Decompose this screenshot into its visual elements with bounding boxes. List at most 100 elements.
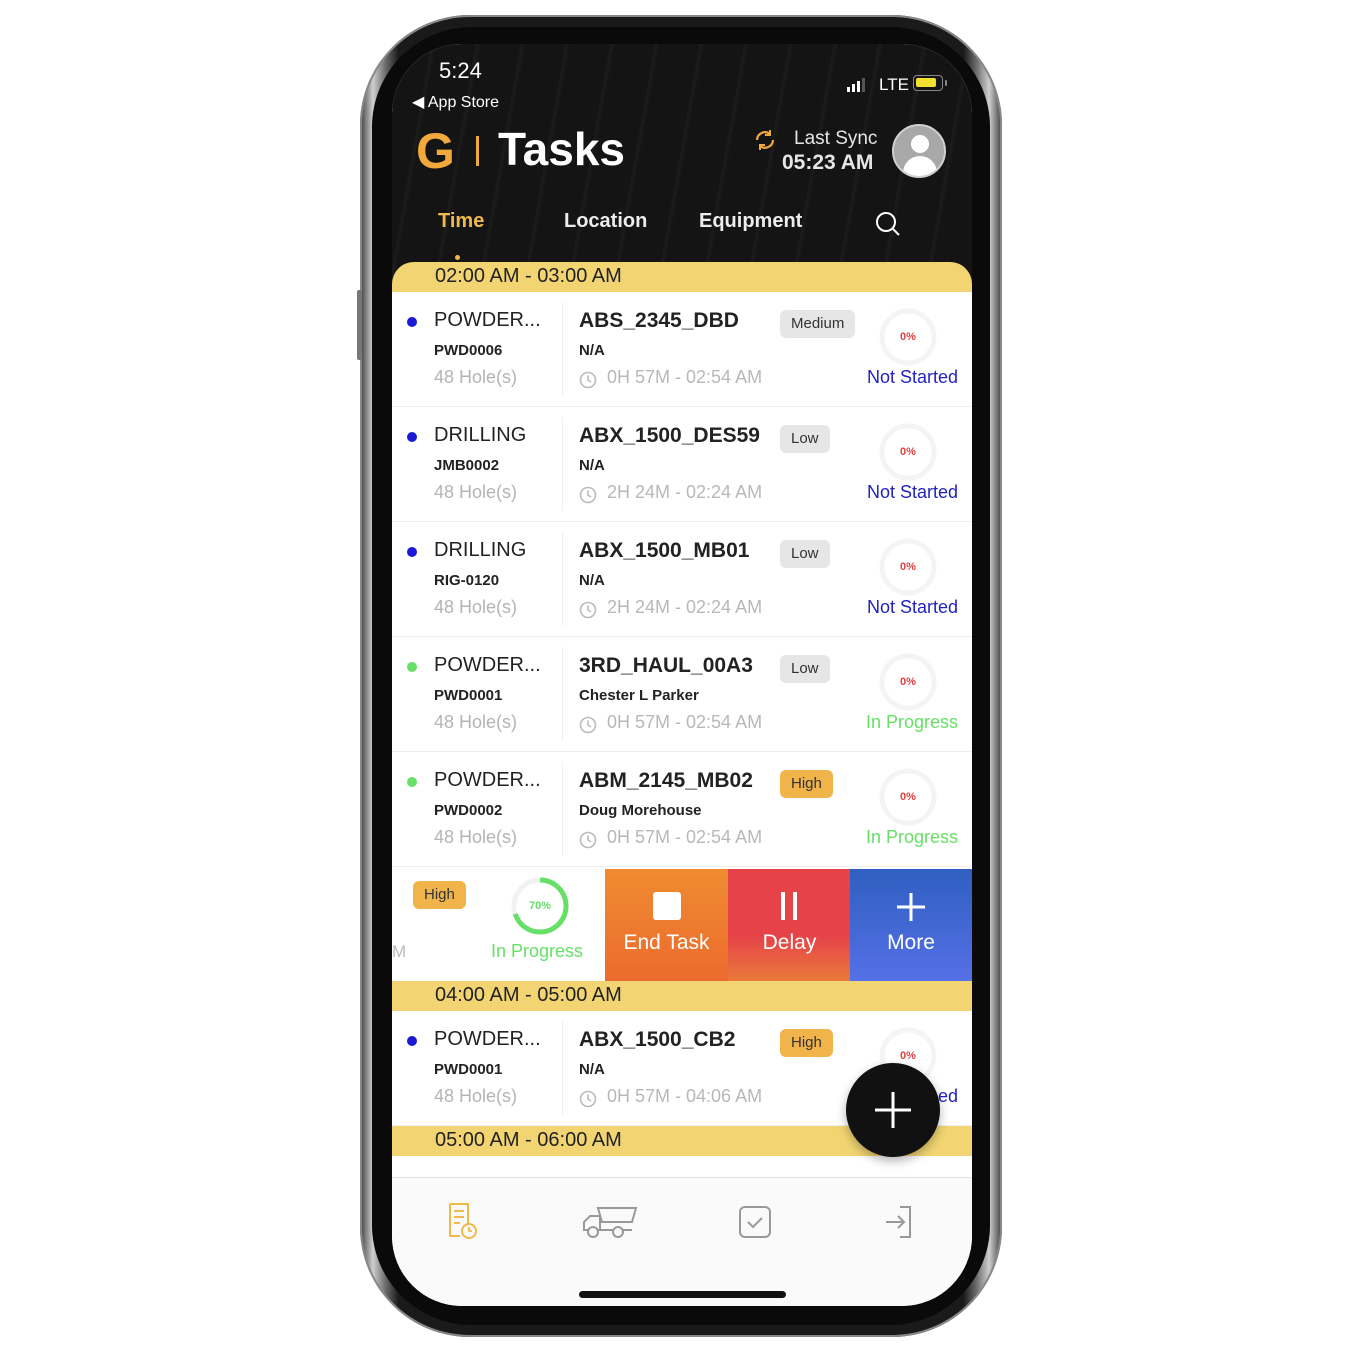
task-status: Not Started: [866, 597, 958, 617]
assigned-person: Doug Morehouse: [579, 802, 702, 819]
progress-ring: 70%: [510, 876, 570, 936]
hole-count: 48 Hole(s): [434, 482, 518, 502]
delay-button[interactable]: Delay: [728, 869, 851, 981]
avatar[interactable]: [892, 124, 946, 178]
row-divider: [562, 647, 563, 741]
equipment-code: JMB0002: [434, 457, 500, 474]
row-divider: [562, 532, 563, 626]
progress-percent: 0%: [900, 791, 916, 803]
task-status: ed: [937, 1086, 958, 1106]
priority-badge: High: [413, 881, 466, 909]
priority-badge: Low: [780, 540, 830, 568]
search-icon[interactable]: [874, 210, 902, 238]
progress-percent: 0%: [900, 676, 916, 688]
dump-truck-icon[interactable]: [580, 1200, 640, 1244]
status-time: 5:24: [439, 58, 482, 83]
task-name: ABX_1500_CB2: [579, 1028, 736, 1051]
status-dot: [407, 547, 417, 557]
task-duration: 0H 57M - 02:54 AM: [607, 712, 763, 732]
section-label: 05:00 AM - 06:00 AM: [435, 1129, 622, 1151]
row-divider: [562, 417, 563, 511]
task-status: Not Started: [866, 367, 958, 387]
sync-icon[interactable]: [753, 128, 777, 152]
section-label: 04:00 AM - 05:00 AM: [435, 984, 622, 1006]
more-button[interactable]: More: [850, 869, 972, 981]
last-sync-time: 05:23 AM: [782, 151, 874, 174]
last-sync-label: Last Sync: [794, 128, 878, 149]
assigned-person: Chester L Parker: [579, 687, 699, 704]
progress-percent: 0%: [900, 331, 916, 343]
clock-icon: [579, 486, 597, 504]
hole-count: 48 Hole(s): [434, 367, 518, 387]
priority-badge: Low: [780, 655, 830, 683]
equipment-code: PWD0001: [434, 687, 503, 704]
active-tab-indicator: [455, 255, 460, 260]
hole-count: 48 Hole(s): [434, 712, 518, 732]
app-logo: G: [416, 123, 455, 179]
task-name: ABX_1500_MB01: [579, 539, 750, 562]
task-row[interactable]: POWDER... PWD0001 48 Hole(s) 3RD_HAUL_00…: [392, 637, 972, 752]
equipment-code: PWD0002: [434, 802, 503, 819]
end-task-button[interactable]: End Task: [605, 869, 728, 981]
task-type: DRILLING: [434, 424, 527, 446]
back-app-label: App Store: [427, 94, 500, 111]
task-name: ABX_1500_DES59: [579, 424, 760, 447]
phone-side-button: [357, 290, 362, 360]
clock-icon: [579, 601, 597, 619]
end-task-label: End Task: [623, 931, 710, 954]
time-section-header: 02:00 AM - 03:00 AM: [392, 262, 972, 292]
clock-icon: [579, 371, 597, 389]
bottom-nav: [392, 1177, 972, 1306]
section-label: 02:00 AM - 03:00 AM: [435, 265, 622, 287]
delay-label: Delay: [762, 931, 817, 954]
task-duration: 0H 57M - 02:54 AM: [607, 367, 763, 387]
add-task-fab[interactable]: [846, 1063, 940, 1157]
swiped-task-row[interactable]: M High 70% In Progress End Task Delay Mo…: [392, 867, 972, 981]
task-row[interactable]: POWDER... PWD0006 48 Hole(s) ABS_2345_DB…: [392, 292, 972, 407]
task-status: In Progress: [865, 827, 958, 847]
priority-badge: High: [780, 770, 833, 798]
task-row[interactable]: DRILLING JMB0002 48 Hole(s) ABX_1500_DES…: [392, 407, 972, 522]
signal-icon: [847, 78, 865, 92]
progress-ring: 0%: [878, 422, 938, 482]
task-name: ABM_2145_MB02: [579, 769, 753, 792]
equipment-code: PWD0001: [434, 1061, 503, 1078]
task-row[interactable]: POWDER... PWD0002 48 Hole(s) ABM_2145_MB…: [392, 752, 972, 867]
equipment-code: RIG-0120: [434, 572, 500, 589]
task-name: ABS_2345_DBD: [579, 309, 739, 332]
checkbox-icon[interactable]: [733, 1200, 777, 1244]
tab-time[interactable]: Time: [438, 210, 484, 233]
logo-divider: [476, 136, 479, 166]
task-list[interactable]: 02:00 AM - 03:00 AM POWDER... PWD0006 48…: [392, 262, 972, 1186]
logout-icon[interactable]: [878, 1200, 922, 1244]
battery-icon: [913, 75, 947, 91]
task-status: In Progress: [865, 712, 958, 732]
home-indicator[interactable]: [579, 1291, 786, 1298]
row-divider: [562, 1021, 563, 1115]
task-type: POWDER...: [434, 1028, 541, 1050]
assigned-person: N/A: [579, 572, 605, 589]
back-to-app-store[interactable]: ◀ App Store: [412, 92, 499, 112]
task-row[interactable]: DRILLING RIG-0120 48 Hole(s) ABX_1500_MB…: [392, 522, 972, 637]
tab-location[interactable]: Location: [564, 210, 647, 233]
task-schedule-icon[interactable]: [442, 1200, 486, 1244]
task-type: POWDER...: [434, 654, 541, 676]
priority-badge: High: [780, 1029, 833, 1057]
plus-icon: [897, 893, 925, 921]
task-duration: 0H 57M - 02:54 AM: [607, 827, 763, 847]
hole-count: 48 Hole(s): [434, 827, 518, 847]
task-type: POWDER...: [434, 309, 541, 331]
task-status: Not Started: [866, 482, 958, 502]
task-duration: 0H 57M - 04:06 AM: [607, 1086, 763, 1106]
hole-count: 48 Hole(s): [434, 597, 518, 617]
progress-ring: 0%: [878, 537, 938, 597]
partial-text: M: [392, 942, 407, 961]
page-title: Tasks: [498, 123, 626, 175]
progress-percent: 0%: [900, 561, 916, 573]
time-section-header: 04:00 AM - 05:00 AM: [392, 981, 972, 1011]
pause-icon: [780, 892, 797, 920]
assigned-person: N/A: [579, 342, 605, 359]
tab-equipment[interactable]: Equipment: [699, 210, 802, 233]
clock-icon: [579, 1090, 597, 1108]
priority-badge: Medium: [780, 310, 856, 338]
